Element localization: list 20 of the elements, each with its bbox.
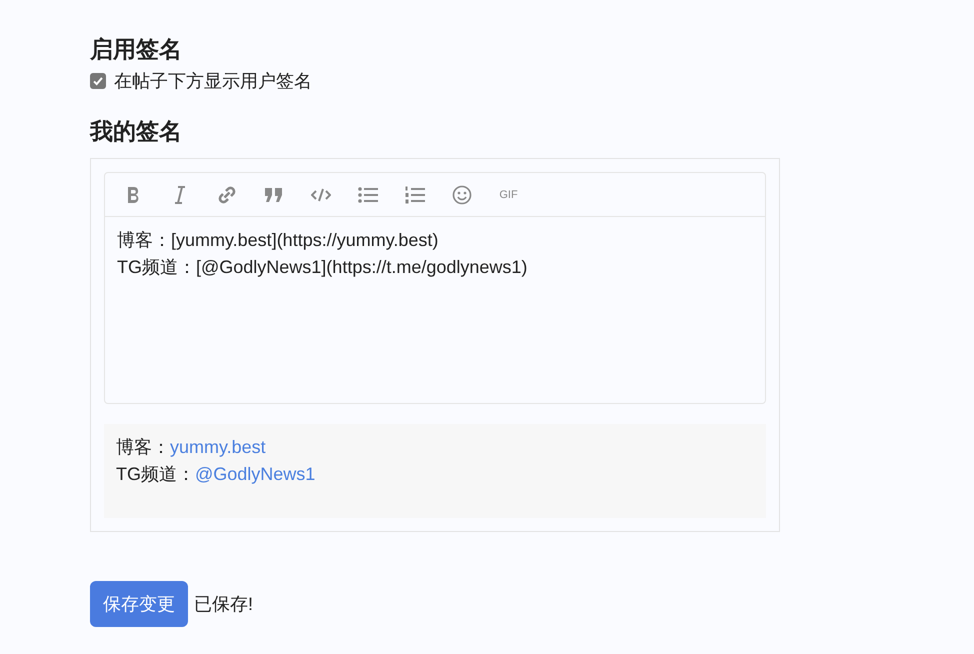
save-button[interactable]: 保存变更 [90,581,188,627]
code-icon [310,188,330,202]
preview-link[interactable]: yummy.best [170,437,266,457]
smiley-icon [452,184,472,204]
bold-icon [126,186,140,204]
checkbox[interactable] [90,73,106,89]
gif-button[interactable]: GIF [485,176,532,212]
numbered-list-icon [404,186,424,204]
bullet-list-icon [358,186,378,202]
preview-label: TG频道： [116,464,195,484]
section-heading: 启用签名 [90,35,183,64]
link-icon [216,184,236,204]
italic-icon [172,186,186,204]
checkbox-label: 在帖子下方显示用户签名 [114,70,312,93]
preview-label: 博客： [116,437,170,457]
save-status: 已保存! [194,593,254,616]
section-heading: 我的签名 [90,117,183,146]
preview-link[interactable]: @GodlyNews1 [195,464,316,484]
signature-input[interactable]: 博客：[yummy.best](https://yummy.best) TG频道：[@GodlyNews1](https://t.me/godlynews1) [104,217,766,404]
quote-icon [264,186,284,202]
